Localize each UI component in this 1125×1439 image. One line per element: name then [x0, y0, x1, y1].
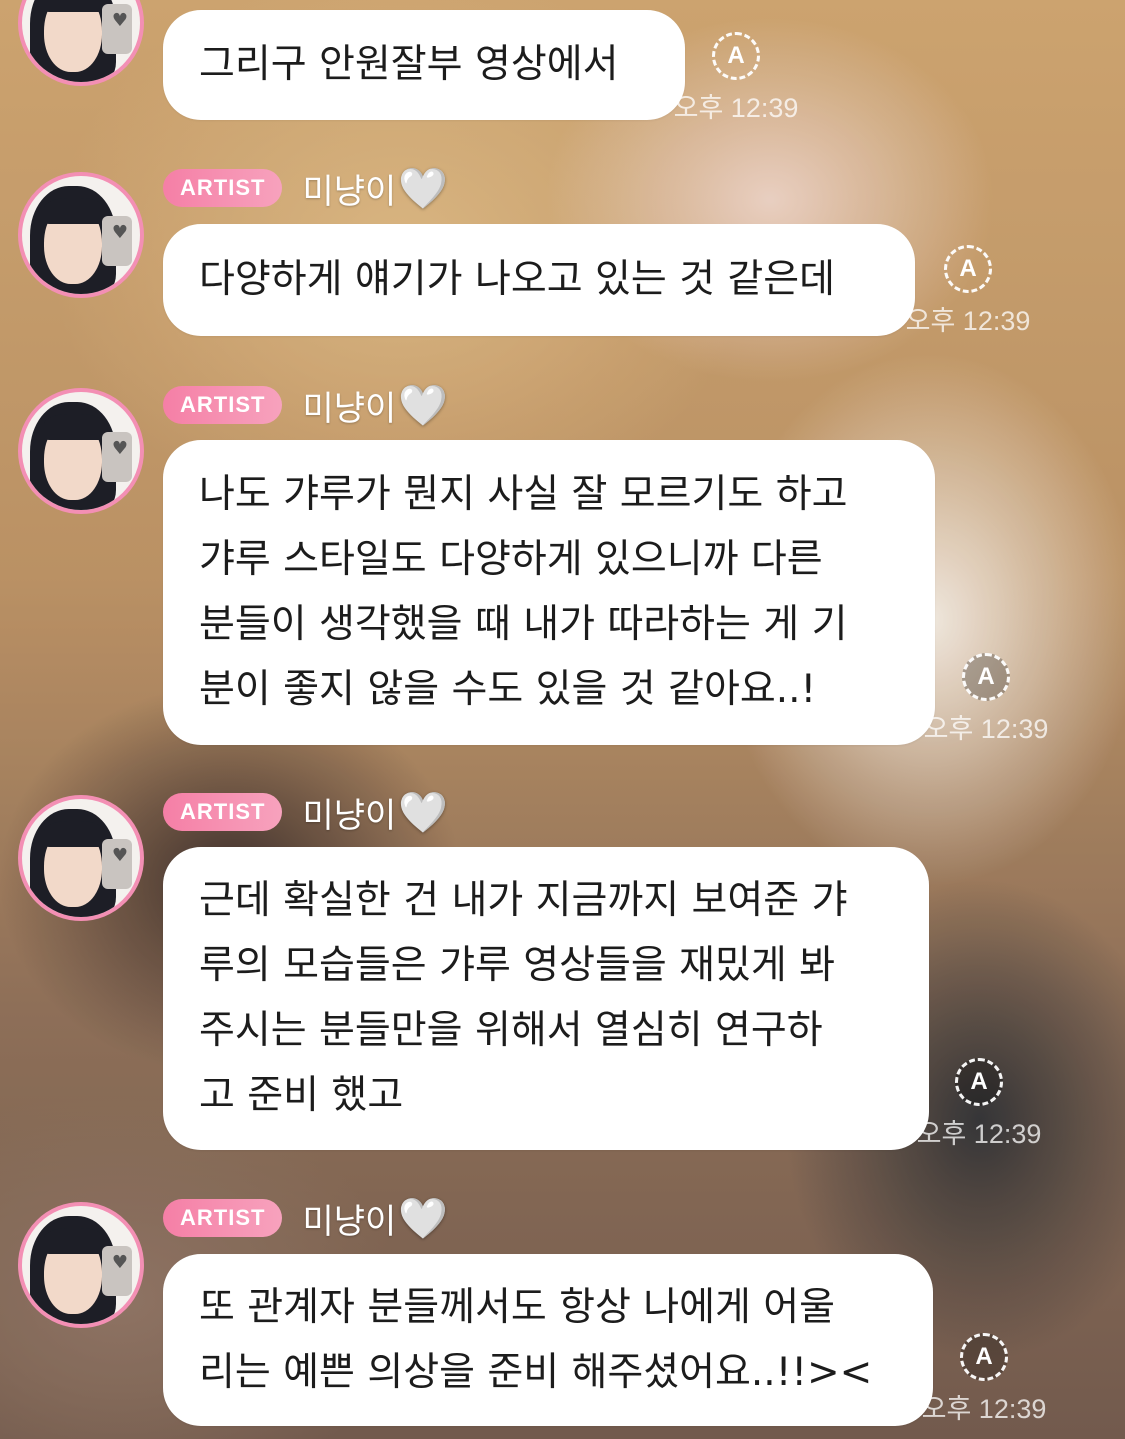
artist-badge: ARTIST	[163, 793, 283, 831]
message-bubble[interactable]: 근데 확실한 건 내가 지금까지 보여준 갸 루의 모습들은 갸루 영상들을 재…	[163, 847, 929, 1150]
heart-icon: ♥	[111, 222, 128, 243]
message-bubble[interactable]: 나도 갸루가 뭔지 사실 잘 모르기도 하고 갸루 스타일도 다양하게 있으니까…	[163, 440, 935, 745]
sender-row: ARTIST 미냥이 🤍	[163, 1196, 448, 1242]
message-text-line: 주시는 분들만을 위해서 열심히 연구하	[199, 1008, 823, 1053]
message-bubble[interactable]: 그리구 안원잘부 영상에서	[163, 10, 685, 120]
avatar[interactable]: ♥	[18, 1202, 144, 1328]
avatar[interactable]: ♥	[18, 172, 144, 298]
heart-icon: 🤍	[398, 789, 449, 836]
translate-icon[interactable]: A	[712, 32, 760, 80]
message-text-line: 루의 모습들은 갸루 영상들을 재밌게 봐	[199, 943, 836, 988]
heart-icon: 🤍	[398, 165, 449, 212]
message-time: 오후 12:39	[673, 93, 799, 123]
message-text-line: 분이 좋지 않을 수도 있을 것 같아요..!	[199, 667, 817, 712]
message-time: 오후 12:39	[905, 306, 1031, 336]
sender-row: ARTIST 미냥이 🤍	[163, 790, 448, 836]
heart-icon: ♥	[111, 438, 128, 459]
message-meta: A 오후 12:39	[916, 653, 1056, 746]
avatar[interactable]: ♥	[18, 388, 144, 514]
heart-icon: 🤍	[398, 382, 449, 429]
artist-badge: ARTIST	[163, 1199, 283, 1237]
message-text-line: 다양하게 얘기가 나오고 있는 것 같은데	[199, 257, 836, 302]
message-text-line: 그리구 안원잘부 영상에서	[199, 42, 619, 87]
message-meta: A 오후 12:39	[898, 245, 1038, 338]
sender-name[interactable]: 미냥이	[302, 788, 396, 837]
artist-badge: ARTIST	[163, 169, 283, 207]
message-text-line: 또 관계자 분들께서도 항상 나에게 어울	[199, 1285, 836, 1330]
message-time: 오후 12:39	[921, 1394, 1047, 1424]
avatar[interactable]: ♥	[18, 795, 144, 921]
heart-icon: ♥	[111, 10, 128, 31]
message-time: 오후 12:39	[923, 714, 1049, 744]
translate-icon[interactable]: A	[955, 1058, 1003, 1106]
translate-icon[interactable]: A	[962, 653, 1010, 701]
sender-row: ARTIST 미냥이 🤍	[163, 383, 448, 429]
translate-icon[interactable]: A	[944, 245, 992, 293]
translate-icon[interactable]: A	[960, 1333, 1008, 1381]
message-text-line: 고 준비 했고	[199, 1073, 404, 1118]
message-meta: A 오후 12:39	[666, 32, 806, 125]
artist-badge: ARTIST	[163, 386, 283, 424]
message-meta: A 오후 12:39	[914, 1333, 1054, 1426]
message-time: 오후 12:39	[916, 1119, 1042, 1149]
message-text-line: 갸루 스타일도 다양하게 있으니까 다른	[199, 537, 823, 582]
message-bubble[interactable]: 또 관계자 분들께서도 항상 나에게 어울 리는 예쁜 의상을 준비 해주셨어요…	[163, 1254, 933, 1426]
sender-name[interactable]: 미냥이	[302, 381, 396, 430]
message-text-line: 근데 확실한 건 내가 지금까지 보여준 갸	[199, 878, 848, 923]
message-text-line: 나도 갸루가 뭔지 사실 잘 모르기도 하고	[199, 472, 848, 517]
message-text-line: 리는 예쁜 의상을 준비 해주셨어요..!!><	[199, 1350, 873, 1395]
sender-name[interactable]: 미냥이	[302, 1194, 396, 1243]
message-bubble[interactable]: 다양하게 얘기가 나오고 있는 것 같은데	[163, 224, 915, 336]
message-text-line: 분들이 생각했을 때 내가 따라하는 게 기	[199, 602, 848, 647]
sender-row: ARTIST 미냥이 🤍	[163, 166, 448, 212]
message-meta: A 오후 12:39	[909, 1058, 1049, 1151]
heart-icon: ♥	[111, 1252, 128, 1273]
heart-icon: 🤍	[398, 1195, 449, 1242]
heart-icon: ♥	[111, 845, 128, 866]
sender-name[interactable]: 미냥이	[302, 164, 396, 213]
